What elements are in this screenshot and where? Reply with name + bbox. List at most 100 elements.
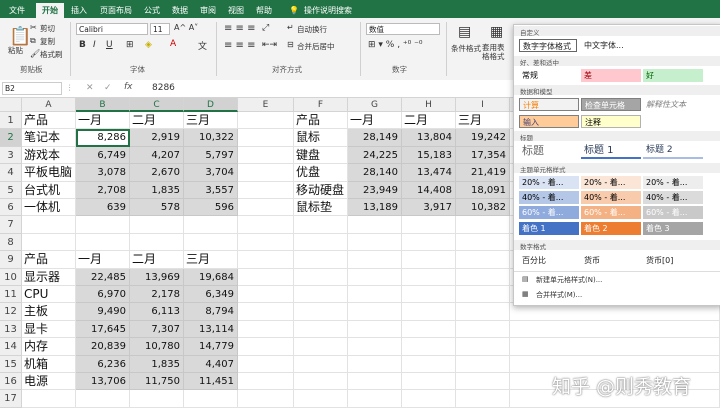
grid-cell[interactable] <box>76 233 130 252</box>
grid-cell[interactable] <box>238 338 294 356</box>
conditional-format-button[interactable]: 条件格式 <box>451 43 481 54</box>
table3-cell[interactable]: 19,684 <box>184 268 238 286</box>
grid-cell[interactable] <box>510 355 720 373</box>
table3-header-cell[interactable]: 二月 <box>130 251 184 268</box>
column-header-i[interactable]: I <box>456 98 510 112</box>
grid-cell[interactable] <box>348 355 402 373</box>
grid-cell[interactable] <box>238 303 294 321</box>
wrap-text-button[interactable]: 自动换行 <box>297 24 327 35</box>
grid-cell[interactable] <box>76 390 130 408</box>
grid-cell[interactable] <box>22 233 76 252</box>
table1-header-cell[interactable]: 一月 <box>76 112 130 129</box>
font-name-box[interactable]: Calibri <box>76 23 148 35</box>
grid-cell[interactable] <box>402 373 456 391</box>
table2-cell[interactable]: 28,149 <box>348 129 402 147</box>
new-cell-style-menu-item[interactable]: 新建单元格样式(N)... <box>536 275 602 285</box>
copy-button[interactable]: 复制 <box>40 36 55 47</box>
style-theme-20-2[interactable]: 20% - 着... <box>581 176 641 189</box>
grid-cell[interactable] <box>294 320 348 339</box>
conditional-format-icon[interactable]: ▤ <box>458 24 471 40</box>
number-format-box[interactable]: 数值 <box>366 23 440 35</box>
grid-cell[interactable] <box>402 268 456 286</box>
grid-cell[interactable] <box>294 286 348 304</box>
table3-cell[interactable]: 13,969 <box>130 268 184 286</box>
grid-cell[interactable] <box>456 286 510 304</box>
table1-cell[interactable]: 8,286 <box>76 129 130 147</box>
name-box-menu-icon[interactable]: ⋮ <box>66 83 74 92</box>
table1-cell[interactable]: 5,797 <box>184 146 238 165</box>
grid-cell[interactable] <box>184 216 238 234</box>
indent-icon[interactable]: ⇤⇥ <box>262 40 277 50</box>
table1-cell[interactable]: 3,704 <box>184 164 238 182</box>
table3-cell[interactable]: 20,839 <box>76 338 130 356</box>
column-header-b[interactable]: B <box>76 98 130 112</box>
grid-cell[interactable] <box>348 390 402 408</box>
table2-cell[interactable]: 28,140 <box>348 164 402 182</box>
grid-cell[interactable] <box>294 216 348 234</box>
paste-button[interactable]: 粘贴 <box>8 45 23 56</box>
row-header-4[interactable]: 4 <box>0 164 22 182</box>
table3-header-cell[interactable]: 一月 <box>76 251 130 268</box>
column-header-d[interactable]: D <box>184 98 238 112</box>
grid-cell[interactable] <box>402 216 456 234</box>
table2-cell[interactable]: 10,382 <box>456 199 510 217</box>
row-header-7[interactable]: 7 <box>0 216 22 234</box>
table1-cell[interactable]: 游戏本 <box>22 147 76 164</box>
table3-cell[interactable]: 22,485 <box>76 268 130 286</box>
grid-cell[interactable] <box>510 338 720 356</box>
table3-cell[interactable]: 6,236 <box>76 355 130 373</box>
grid-cell[interactable] <box>76 216 130 234</box>
row-header-11[interactable]: 11 <box>0 286 22 304</box>
table2-cell[interactable]: 23,949 <box>348 181 402 199</box>
table2-cell[interactable]: 移动硬盘 <box>294 182 348 199</box>
font-color-icon[interactable]: A <box>170 39 176 49</box>
grid-cell[interactable] <box>238 146 294 165</box>
align-left-icon[interactable]: ≡ ≡ ≡ <box>224 40 256 51</box>
table2-header-cell[interactable]: 一月 <box>348 112 402 129</box>
table2-cell[interactable]: 键盘 <box>294 147 348 164</box>
table3-cell[interactable]: 显示器 <box>22 269 76 286</box>
grid-cell[interactable] <box>456 390 510 408</box>
row-header-3[interactable]: 3 <box>0 146 22 165</box>
row-header-13[interactable]: 13 <box>0 320 22 339</box>
merge-center-icon[interactable]: ⊟ <box>287 40 294 49</box>
style-accent-2[interactable]: 着色 2 <box>581 222 641 235</box>
table3-header-cell[interactable]: 三月 <box>184 251 238 268</box>
wrap-text-icon[interactable]: ↵ <box>287 23 294 32</box>
style-accent-3[interactable]: 着色 3 <box>643 222 703 235</box>
grid-cell[interactable] <box>294 268 348 286</box>
table1-cell[interactable]: 2,708 <box>76 181 130 199</box>
style-theme-60-1[interactable]: 60% - 着... <box>519 206 579 219</box>
table1-cell[interactable]: 639 <box>76 199 130 217</box>
table3-cell[interactable]: 2,178 <box>130 286 184 304</box>
grid-cell[interactable] <box>510 320 720 339</box>
grid-cell[interactable] <box>402 251 456 269</box>
grid-cell[interactable] <box>348 268 402 286</box>
table2-cell[interactable]: 21,419 <box>456 164 510 182</box>
table3-cell[interactable]: 4,407 <box>184 355 238 373</box>
table1-cell[interactable]: 4,207 <box>130 146 184 165</box>
row-header-12[interactable]: 12 <box>0 303 22 321</box>
style-explanatory[interactable]: 解释性文本 <box>643 98 703 111</box>
style-theme-60-2[interactable]: 60% - 着... <box>581 206 641 219</box>
table3-cell[interactable]: 8,794 <box>184 303 238 321</box>
table1-cell[interactable]: 596 <box>184 199 238 217</box>
table1-cell[interactable]: 台式机 <box>22 182 76 199</box>
format-painter-button[interactable]: 格式刷 <box>40 49 63 60</box>
table1-header-cell[interactable]: 产品 <box>22 112 76 129</box>
grid-cell[interactable] <box>294 338 348 356</box>
bold-button[interactable]: B <box>79 40 86 50</box>
style-currency-0[interactable]: 货币[0] <box>643 254 703 267</box>
merge-center-button[interactable]: 合并后居中 <box>297 41 335 52</box>
font-size-box[interactable]: 11 <box>150 23 170 35</box>
grid-cell[interactable] <box>294 251 348 269</box>
grid-cell[interactable] <box>238 373 294 391</box>
grid-cell[interactable] <box>238 355 294 373</box>
tell-me-search[interactable]: 操作说明搜索 <box>303 3 353 18</box>
table2-header-cell[interactable]: 三月 <box>456 112 510 129</box>
formula-input[interactable]: 8286 <box>152 83 175 93</box>
tab-home[interactable]: 开始 <box>36 3 64 18</box>
row-header-1[interactable]: 1 <box>0 112 22 130</box>
grid-cell[interactable] <box>402 286 456 304</box>
grid-cell[interactable] <box>130 216 184 234</box>
